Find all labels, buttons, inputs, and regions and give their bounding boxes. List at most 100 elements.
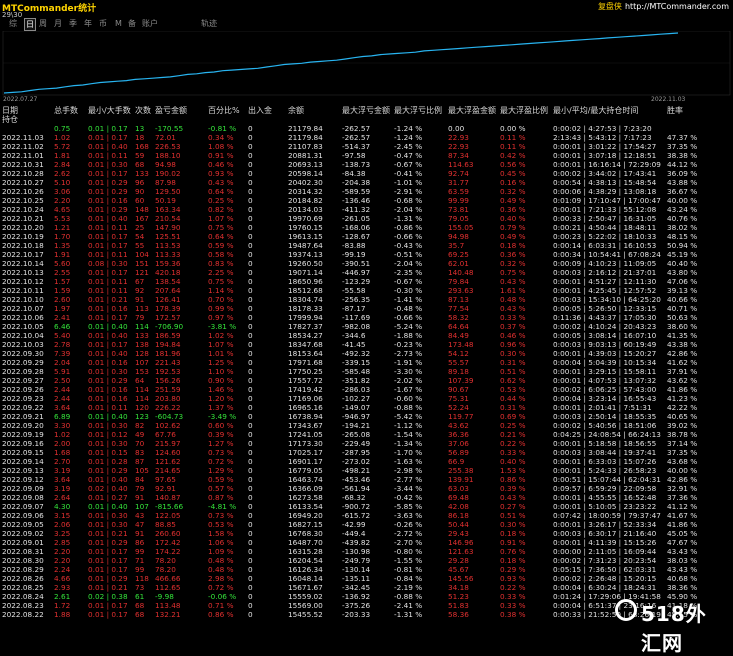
watermark-circle-icon xyxy=(615,599,637,621)
table-cell: 92 xyxy=(135,286,145,295)
tab-7[interactable]: M xyxy=(114,18,123,29)
table-cell: 15559.02 xyxy=(288,592,323,601)
table-row[interactable]: 2022.10.25 2.20 0.01 | 0.16 60 50.19 0.25 % 0 2… xyxy=(0,196,733,205)
table-cell: 1.53 % xyxy=(500,466,526,475)
table-row[interactable]: 2022.10.31 2.84 0.01 | 0.30 68 94.98 0.46 % 0 2… xyxy=(0,160,733,169)
table-cell: 4.65 xyxy=(54,205,71,214)
table-row[interactable]: 2022.10.19 1.70 0.01 | 0.17 54 125.51 0.64 % 0… xyxy=(0,232,733,241)
table-cell: -0.67 % xyxy=(394,277,423,286)
tab-3[interactable]: 月 xyxy=(53,18,63,29)
table-cell: 2022.08.22 xyxy=(2,610,44,619)
table-cell: 16204.54 xyxy=(288,556,323,565)
table-row[interactable]: 2022.10.05 6.46 0.01 | 0.40 114 -706.90 -3.81… xyxy=(0,322,733,331)
table-row[interactable]: 2022.10.11 1.59 0.01 | 0.11 92 207.64 1.14 % 0… xyxy=(0,286,733,295)
table-cell: 2022.09.26 xyxy=(2,385,44,394)
table-row[interactable]: 2022.09.16 2.00 0.01 | 0.30 70 215.97 1.27 % 0… xyxy=(0,439,733,448)
table-row[interactable]: 2022.10.04 5.40 0.01 | 0.40 133 186.59 1.02 %… xyxy=(0,331,733,340)
table-row[interactable]: 2022.09.06 3.15 0.01 | 0.30 43 122.05 0.73 % 0… xyxy=(0,511,733,520)
table-row[interactable]: 2022.11.03 1.02 0.01 | 0.17 18 72.01 0.34 % 0 2… xyxy=(0,133,733,142)
table-row[interactable]: 2022.10.12 1.57 0.01 | 0.11 67 138.54 0.75 % 0… xyxy=(0,277,733,286)
table-row[interactable]: 2022.10.13 2.55 0.01 | 0.17 121 420.18 2.25 %… xyxy=(0,268,733,277)
table-cell: 56.89 xyxy=(448,448,469,457)
table-row[interactable]: 2022.08.30 2.20 0.01 | 0.17 71 78.20 0.48 % 0 1… xyxy=(0,556,733,565)
table-cell: -135.11 xyxy=(342,574,371,583)
table-cell: 45.19 % xyxy=(667,250,698,259)
table-cell: 16463.74 xyxy=(288,475,323,484)
table-cell: 79.84 xyxy=(448,277,469,286)
table-row[interactable]: 2022.08.31 2.20 0.01 | 0.17 99 174.22 1.09 % 0… xyxy=(0,547,733,556)
table-row[interactable]: 2022.11.02 5.72 0.01 | 0.40 168 226.53 1.08 %… xyxy=(0,142,733,151)
table-row[interactable]: 2022.10.07 1.97 0.01 | 0.16 113 178.39 0.99 %… xyxy=(0,304,733,313)
table-row[interactable]: 2022.09.19 1.02 0.01 | 0.12 49 67.76 0.39 % 0 1… xyxy=(0,430,733,439)
table-row[interactable]: 2022.10.06 2.41 0.01 | 0.17 79 172.57 0.97 % 0… xyxy=(0,313,733,322)
table-row[interactable]: 2022.10.26 3.06 0.01 | 0.29 90 129.50 0.64 % 0… xyxy=(0,187,733,196)
table-row[interactable]: 2022.09.30 7.39 0.01 | 0.40 128 181.96 1.01 %… xyxy=(0,349,733,358)
table-row[interactable]: 2022.09.23 2.44 0.01 | 0.16 114 203.80 1.20 %… xyxy=(0,394,733,403)
table-row[interactable]: 2022.09.02 3.25 0.01 | 0.21 91 260.60 1.58 % 0… xyxy=(0,529,733,538)
table-row[interactable]: 2022.10.28 2.62 0.01 | 0.17 133 190.02 0.93 %… xyxy=(0,169,733,178)
table-cell: 0.22 % xyxy=(500,583,526,592)
table-row[interactable]: 2022.10.17 1.91 0.01 | 0.11 104 113.33 0.58 %… xyxy=(0,250,733,259)
tab-1[interactable]: 日 xyxy=(24,18,36,31)
table-cell: -130.98 xyxy=(342,547,371,556)
table-cell: -3.81 % xyxy=(208,322,237,331)
table-cell: 0 xyxy=(248,295,253,304)
table-cell: 40.66 % xyxy=(667,295,698,304)
table-cell: 2022.09.19 xyxy=(2,430,44,439)
table-row[interactable]: 2022.09.01 2.85 0.01 | 0.29 86 172.42 1.06 % 0… xyxy=(0,538,733,547)
table-row[interactable]: 2022.09.12 3.64 0.01 | 0.40 84 97.65 0.59 % 0 1… xyxy=(0,475,733,484)
table-cell: 52.24 xyxy=(448,403,469,412)
tab-6[interactable]: 币 xyxy=(98,18,108,29)
tab-5[interactable]: 年 xyxy=(83,18,93,29)
table-row[interactable]: 2022.09.27 2.50 0.01 | 0.29 64 156.26 0.90 % 0… xyxy=(0,376,733,385)
table-row[interactable]: 2022.09.22 3.64 0.01 | 0.11 120 226.22 1.37 %… xyxy=(0,403,733,412)
table-row[interactable]: 2022.09.21 6.89 0.01 | 0.40 123 -604.73 -3.49… xyxy=(0,412,733,421)
table-row[interactable]: 2022.08.29 2.24 0.01 | 0.17 99 78.20 0.48 % 0 1… xyxy=(0,565,733,574)
table-row[interactable]: 2022.09.15 1.68 0.01 | 0.15 83 124.60 0.73 % 0… xyxy=(0,448,733,457)
table-cell: 0 xyxy=(248,187,253,196)
table-cell: 2.84 xyxy=(54,160,71,169)
table-cell: 2.62 xyxy=(54,169,71,178)
table-cell: 22.93 xyxy=(448,142,469,151)
table-row[interactable]: 2022.08.26 4.66 0.01 | 0.29 118 466.66 2.98 %… xyxy=(0,574,733,583)
tab-0[interactable]: 综 xyxy=(8,18,18,29)
tab-10[interactable]: 轨迹 xyxy=(200,18,218,29)
table-row[interactable]: 2022.09.08 2.64 0.01 | 0.27 91 140.87 0.87 % 0… xyxy=(0,493,733,502)
brand-link[interactable]: 复盘侠 http://MTCommander.com xyxy=(598,1,729,12)
table-row[interactable]: 2022.10.21 5.53 0.01 | 0.40 167 210.54 1.07 %… xyxy=(0,214,733,223)
table-row[interactable]: 2022.09.05 2.06 0.01 | 0.30 47 88.85 0.53 % 0 1… xyxy=(0,520,733,529)
table-cell: 94.98 xyxy=(448,232,469,241)
table-cell: -265.08 xyxy=(342,430,371,439)
table-row[interactable]: 2022.09.13 3.19 0.01 | 0.29 105 214.65 1.29 %… xyxy=(0,466,733,475)
table-row[interactable]: 0.75 0.01 | 0.17 13 -170.55 -0.81 % 0 21179.84… xyxy=(0,124,733,133)
table-cell: 2.85 xyxy=(54,538,71,547)
table-row[interactable]: 2022.10.24 4.65 0.01 | 0.29 148 163.34 0.82 %… xyxy=(0,205,733,214)
table-cell: 1.27 % xyxy=(208,439,234,448)
table-cell: 113.48 xyxy=(155,601,181,610)
table-row[interactable]: 2022.10.27 5.10 0.01 | 0.29 96 87.98 0.43 % 0 2… xyxy=(0,178,733,187)
table-row[interactable]: 2022.09.14 2.70 0.01 | 0.28 87 121.62 0.72 % 0… xyxy=(0,457,733,466)
table-row[interactable]: 2022.09.09 3.19 0.02 | 0.40 79 92.91 0.57 % 0 1… xyxy=(0,484,733,493)
table-row[interactable]: 2022.09.29 2.04 0.01 | 0.16 107 221.43 1.25 %… xyxy=(0,358,733,367)
table-cell: 0:00:01 | 3:26:17 | 52:33:34 xyxy=(553,520,657,529)
table-row[interactable]: 2022.11.01 1.81 0.01 | 0.11 59 188.10 0.91 % 0… xyxy=(0,151,733,160)
table-row[interactable]: 2022.09.20 3.30 0.01 | 0.30 82 102.62 0.60 % 0… xyxy=(0,421,733,430)
table-cell: 0:00:51 | 15:07:44 | 62:04:31 xyxy=(553,475,661,484)
table-cell: 0.01 | 0.17 xyxy=(88,232,128,241)
table-cell: -149.07 xyxy=(342,403,371,412)
table-row[interactable]: 2022.09.28 5.91 0.01 | 0.30 153 192.53 1.10 %… xyxy=(0,367,733,376)
table-row[interactable]: 2022.10.10 2.60 0.01 | 0.21 91 126.41 0.70 % 0… xyxy=(0,295,733,304)
table-row[interactable]: 2022.10.20 1.21 0.01 | 0.11 25 147.90 0.75 % 0… xyxy=(0,223,733,232)
tab-8[interactable]: 备 xyxy=(127,18,137,29)
table-row[interactable]: 2022.10.18 1.35 0.01 | 0.17 55 113.53 0.59 % 0… xyxy=(0,241,733,250)
brand-url[interactable]: http://MTCommander.com xyxy=(625,2,729,11)
table-row[interactable]: 2022.10.03 2.78 0.01 | 0.17 138 194.84 1.07 %… xyxy=(0,340,733,349)
table-cell: 2022.10.03 xyxy=(2,340,44,349)
table-row[interactable]: 2022.09.07 4.30 0.01 | 0.40 107 -815.66 -4.81… xyxy=(0,502,733,511)
table-row[interactable]: 2022.08.25 2.93 0.01 | 0.21 73 112.65 0.72 % 0… xyxy=(0,583,733,592)
tab-2[interactable]: 周 xyxy=(38,18,48,29)
tab-4[interactable]: 季 xyxy=(68,18,78,29)
table-row[interactable]: 2022.10.14 5.60 0.08 | 0.30 151 159.36 0.83 %… xyxy=(0,259,733,268)
tab-9[interactable]: 账户 xyxy=(141,18,159,29)
table-row[interactable]: 2022.09.26 2.44 0.01 | 0.16 114 251.59 1.46 %… xyxy=(0,385,733,394)
